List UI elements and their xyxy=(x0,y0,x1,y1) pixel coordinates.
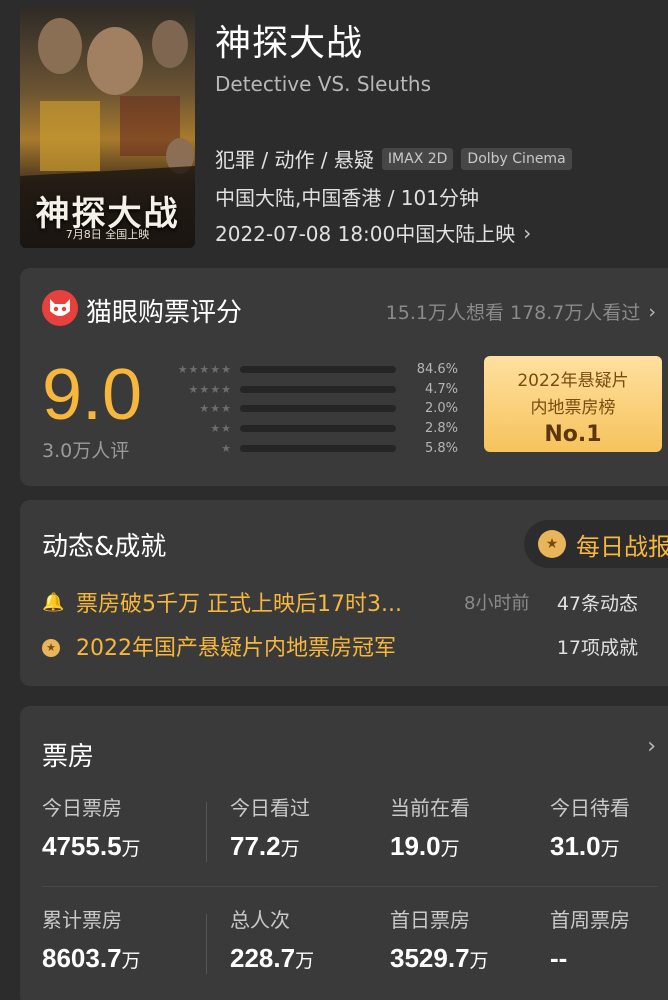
tag-dolby: Dolby Cinema xyxy=(461,147,572,170)
news-count: 47条动态 xyxy=(556,592,638,615)
divider xyxy=(206,914,207,974)
stat-today-pending: 今日待看 31.0万 xyxy=(550,792,630,862)
bell-icon: 🔔 xyxy=(42,591,65,613)
stat-first-day: 首日票房 3529.7万 xyxy=(390,904,489,974)
stat-label: 今日看过 xyxy=(230,796,310,820)
stat-value: 31.0万 xyxy=(550,831,620,861)
medal-icon: ★ xyxy=(42,635,66,657)
rating-bar-4: ★★★★ 4.7% xyxy=(170,380,470,400)
stat-first-week: 首周票房 -- xyxy=(550,904,630,974)
daily-report-label: 每日战报 xyxy=(576,532,668,561)
divider xyxy=(206,802,207,862)
stat-value: 4755.5万 xyxy=(42,831,141,861)
stat-label: 今日票房 xyxy=(42,796,122,820)
dynamics-row-achievement[interactable]: ★ 2022年国产悬疑片内地票房冠军 17项成就 xyxy=(42,630,658,662)
rating-bar-1: ★ 5.8% xyxy=(170,438,470,458)
bar-percent: 4.7% xyxy=(424,381,458,397)
star-icons: ★★★ xyxy=(199,402,232,416)
poster-date: 7月8日 全国上映 xyxy=(65,228,150,241)
want-watched-text: 15.1万人想看 178.7万人看过 xyxy=(385,302,641,324)
box-office-heading: 票房 xyxy=(42,742,95,772)
chevron-right-icon: › xyxy=(647,734,656,759)
achievement-text: 2022年国产悬疑片内地票房冠军 xyxy=(76,636,396,661)
rating-bar-2: ★★ 2.8% xyxy=(170,419,470,439)
rating-bar-5: ★★★★★ 84.6% xyxy=(170,360,470,380)
rating-heading: 猫眼购票评分 xyxy=(86,298,243,328)
release-text: 2022-07-08 18:00中国大陆上映 xyxy=(215,222,516,246)
movie-poster[interactable]: 神探大战 7月8日 全国上映 xyxy=(20,6,195,248)
stat-today-box-office: 今日票房 4755.5万 xyxy=(42,792,141,862)
rating-score: 9.0 xyxy=(42,355,143,435)
stat-label: 累计票房 xyxy=(42,908,122,932)
genre-row: 犯罪 / 动作 / 悬疑 IMAX 2D Dolby Cinema xyxy=(215,144,572,173)
tag-imax: IMAX 2D xyxy=(381,147,454,170)
bar-percent: 84.6% xyxy=(416,362,458,378)
dynamics-card[interactable]: 动态&成就 ★ 每日战报 🔔 票房破5千万 正式上映后17时3... 8小时前 … xyxy=(20,500,668,686)
rank-number: No.1 xyxy=(544,422,602,447)
medal-icon: ★ xyxy=(538,530,566,558)
stat-today-watched: 今日看过 77.2万 xyxy=(230,792,310,862)
star-icons: ★★★★ xyxy=(188,382,232,396)
achievement-count: 17项成就 xyxy=(556,636,638,659)
stat-total-admissions: 总人次 228.7万 xyxy=(230,904,314,974)
region-duration: 中国大陆,中国香港 / 101分钟 xyxy=(215,186,479,210)
chevron-right-icon: › xyxy=(523,220,532,245)
rating-distribution: ★★★★★ 84.6% ★★★★ 4.7% ★★★ 2.0% ★★ 2.8% ★… xyxy=(170,360,470,458)
daily-report-button[interactable]: ★ 每日战报 xyxy=(524,520,668,568)
bar-percent: 2.0% xyxy=(424,401,458,417)
rank-badge[interactable]: 2022年悬疑片 内地票房榜 No.1 xyxy=(484,356,662,452)
dynamics-row-news[interactable]: 🔔 票房破5千万 正式上映后17时3... 8小时前 47条动态 xyxy=(42,586,658,618)
rating-card[interactable]: 猫眼购票评分 15.1万人想看 178.7万人看过 › 9.0 3.0万人评 ★… xyxy=(20,268,668,486)
stat-value: -- xyxy=(550,943,568,973)
rank-list: 内地票房榜 xyxy=(530,398,616,418)
stat-label: 今日待看 xyxy=(550,796,630,820)
movie-subtitle: Detective VS. Sleuths xyxy=(215,72,432,96)
star-icons: ★ xyxy=(221,441,232,455)
stat-label: 当前在看 xyxy=(390,796,470,820)
news-time: 8小时前 xyxy=(464,593,530,614)
stat-value: 228.7万 xyxy=(230,943,315,973)
stat-label: 总人次 xyxy=(230,908,290,932)
bar-percent: 2.8% xyxy=(424,421,458,437)
box-office-card[interactable]: 票房 › 今日票房 4755.5万 今日看过 77.2万 当前在看 19.0万 … xyxy=(20,706,668,1000)
genre-text: 犯罪 / 动作 / 悬疑 xyxy=(215,148,374,172)
stat-label: 首周票房 xyxy=(550,908,630,932)
maoyan-cat-icon xyxy=(42,290,78,326)
stat-value: 3529.7万 xyxy=(390,943,489,973)
news-text: 票房破5千万 正式上映后17时3... xyxy=(76,592,402,617)
stat-label: 首日票房 xyxy=(390,908,470,932)
movie-header: 神探大战 7月8日 全国上映 神探大战 Detective VS. Sleuth… xyxy=(0,0,668,260)
stat-watching-now: 当前在看 19.0万 xyxy=(390,792,470,862)
rating-count: 3.0万人评 xyxy=(42,440,130,462)
stat-total-box-office: 累计票房 8603.7万 xyxy=(42,904,141,974)
movie-title: 神探大战 xyxy=(215,23,364,64)
bar-percent: 5.8% xyxy=(424,440,458,456)
stat-value: 8603.7万 xyxy=(42,943,141,973)
chevron-right-icon: › xyxy=(648,300,656,323)
stat-value: 19.0万 xyxy=(390,831,460,861)
rank-category: 2022年悬疑片 xyxy=(517,371,629,391)
stat-value: 77.2万 xyxy=(230,831,300,861)
want-watched-link[interactable]: 15.1万人想看 178.7万人看过 › xyxy=(386,298,656,325)
star-icons: ★★★★★ xyxy=(177,363,232,377)
star-icons: ★★ xyxy=(210,422,232,436)
dynamics-heading: 动态&成就 xyxy=(42,532,167,562)
release-info[interactable]: 2022-07-08 18:00中国大陆上映 › xyxy=(215,218,531,247)
divider xyxy=(42,886,658,887)
rating-bar-3: ★★★ 2.0% xyxy=(170,399,470,419)
